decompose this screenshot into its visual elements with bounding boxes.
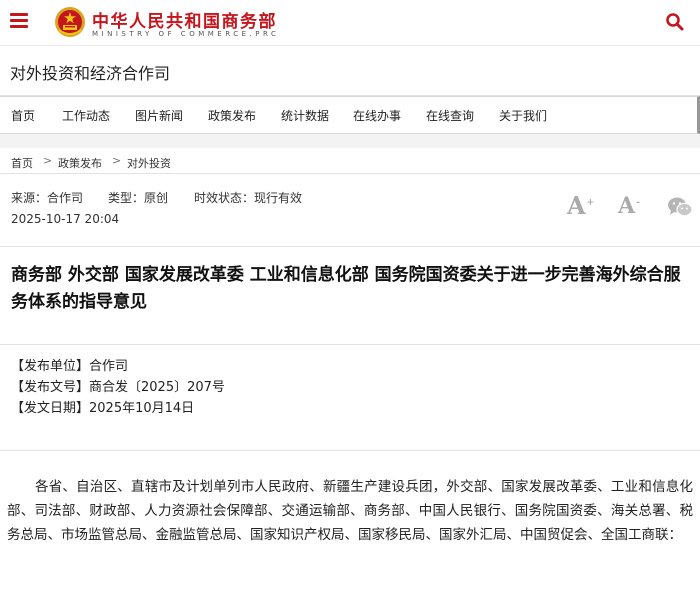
main-nav: 首页 工作动态 图片新闻 政策发布 统计数据 在线办事 在线查询 关于我们 xyxy=(0,96,700,134)
national-emblem-icon[interactable] xyxy=(54,6,86,38)
divider xyxy=(0,344,700,345)
breadcrumb-separator: > xyxy=(112,154,122,167)
breadcrumb-outbound-investment[interactable]: 对外投资 xyxy=(127,155,171,171)
search-icon[interactable] xyxy=(664,11,686,33)
article-date: 2025-10-17 20:04 xyxy=(11,212,120,226)
wechat-share-icon[interactable] xyxy=(667,196,693,218)
section-gap xyxy=(0,134,700,148)
font-decrease-label: A xyxy=(618,193,636,219)
font-increase-button[interactable]: A+ xyxy=(567,194,594,218)
plus-icon: + xyxy=(586,198,595,208)
department-bar: 对外投资和经济合作司 xyxy=(0,46,700,96)
nav-item-policy[interactable]: 政策发布 xyxy=(208,107,256,124)
minus-icon: - xyxy=(636,197,640,208)
site-name-english: MINISTRY OF COMMERCE.PRC xyxy=(92,30,280,38)
article-title: 商务部 外交部 国家发展改革委 工业和信息化部 国务院国资委关于进一步完善海外综… xyxy=(11,265,681,312)
article-source: 来源：合作司 xyxy=(11,191,84,205)
site-header: 中华人民共和国商务部 MINISTRY OF COMMERCE.PRC xyxy=(0,0,700,46)
breadcrumb: 首页 > 政策发布 > 对外投资 xyxy=(0,148,700,174)
breadcrumb-home[interactable]: 首页 xyxy=(11,155,33,171)
nav-item-photo-news[interactable]: 图片新闻 xyxy=(135,107,183,124)
article-issuer: 【发布单位】合作司 xyxy=(11,359,129,374)
breadcrumb-separator: > xyxy=(43,154,53,167)
hamburger-menu-icon[interactable] xyxy=(10,13,28,31)
article-title-container: 商务部 外交部 国家发展改革委 工业和信息化部 国务院国资委关于进一步完善海外综… xyxy=(0,262,700,316)
font-increase-label: A xyxy=(567,191,586,220)
nav-item-online-query[interactable]: 在线查询 xyxy=(426,107,474,124)
breadcrumb-policy[interactable]: 政策发布 xyxy=(58,155,102,171)
article-validity: 时效状态：现行有效 xyxy=(194,191,303,205)
article-type: 类型：原创 xyxy=(108,191,169,205)
department-title[interactable]: 对外投资和经济合作司 xyxy=(10,60,170,84)
article-body: 各省、自治区、直辖市及计划单列市人民政府、新疆生产建设兵团，外交部、国家发展改革… xyxy=(7,479,693,543)
article-meta: 来源：合作司 类型：原创 时效状态：现行有效 2025-10-17 20:04 … xyxy=(0,175,700,247)
nav-item-statistics[interactable]: 统计数据 xyxy=(281,107,329,124)
nav-item-home[interactable]: 首页 xyxy=(11,107,35,124)
font-decrease-button[interactable]: A- xyxy=(618,195,640,217)
nav-item-about[interactable]: 关于我们 xyxy=(499,107,547,124)
nav-item-work-news[interactable]: 工作动态 xyxy=(62,107,110,124)
article-issue-date: 【发文日期】2025年10月14日 xyxy=(11,401,195,416)
site-name[interactable]: 中华人民共和国商务部 xyxy=(92,7,277,32)
divider xyxy=(0,450,700,451)
article-info: 【发布单位】合作司 【发布文号】商合发〔2025〕207号 【发文日期】2025… xyxy=(11,356,691,419)
nav-item-online-service[interactable]: 在线办事 xyxy=(353,107,401,124)
article-doc-number: 【发布文号】商合发〔2025〕207号 xyxy=(11,380,225,395)
